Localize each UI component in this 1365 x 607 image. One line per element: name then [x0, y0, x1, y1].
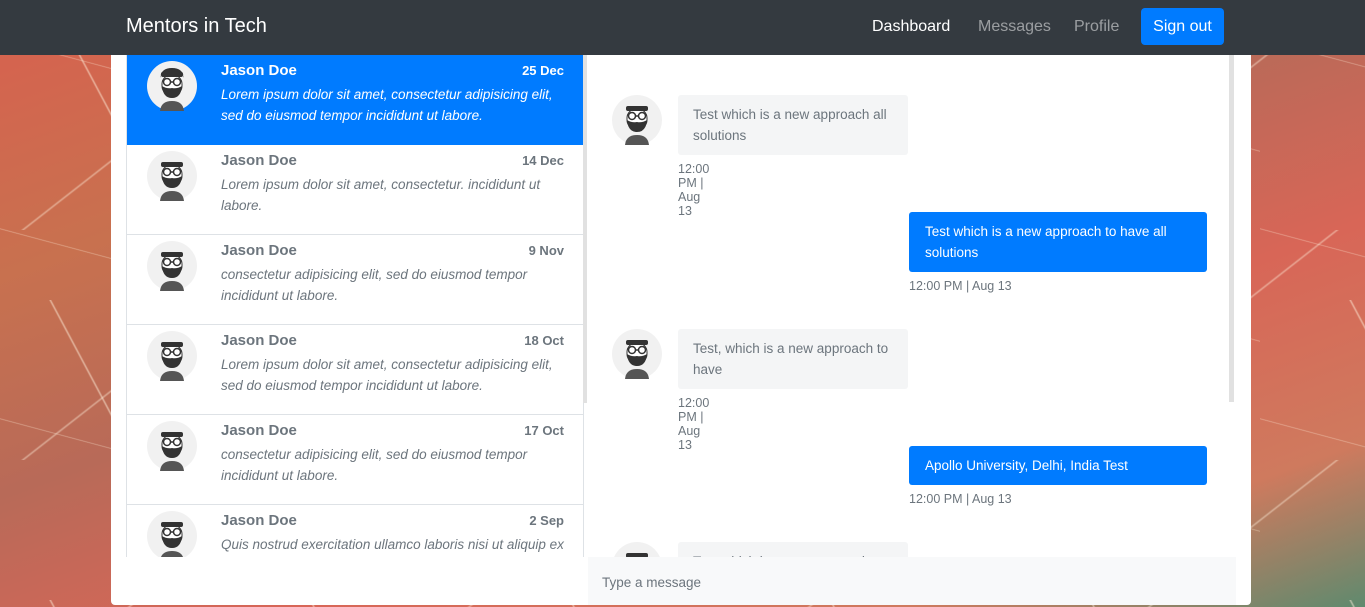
- conversation-preview: consectetur adipisicing elit, sed do eiu…: [221, 447, 528, 483]
- user-avatar-icon: [147, 151, 197, 206]
- conversation-date: 25 Dec: [522, 63, 564, 78]
- conversation-item[interactable]: Jason Doe 14 Dec Lorem ipsum dolor sit a…: [127, 145, 583, 235]
- messaging-panel: Jason Doe 25 Dec Lorem ipsum dolor sit a…: [111, 55, 1251, 605]
- conversation-item[interactable]: Jason Doe 17 Oct consectetur adipisicing…: [127, 415, 583, 505]
- message-input[interactable]: [600, 557, 1204, 605]
- conversation-date: 2 Sep: [529, 513, 564, 528]
- message-bubble: Test which is a new approach: [678, 542, 908, 557]
- conversation-preview: Quis nostrud exercitation ullamco labori…: [221, 537, 564, 552]
- message-time: 12:00 PM | Aug 13: [678, 162, 710, 218]
- nav-dashboard[interactable]: Dashboard: [872, 18, 950, 36]
- conversation-date: 17 Oct: [524, 423, 564, 438]
- brand-title[interactable]: Mentors in Tech: [126, 15, 267, 38]
- inbox-list[interactable]: Jason Doe 25 Dec Lorem ipsum dolor sit a…: [126, 55, 584, 557]
- message-time: 12:00 PM | Aug 13: [909, 492, 1012, 506]
- conversation-item[interactable]: Jason Doe 2 Sep Quis nostrud exercitatio…: [127, 505, 583, 557]
- outgoing-message: Test which is a new approach to have all…: [909, 212, 1207, 302]
- conversation-name: Jason Doe: [221, 332, 297, 349]
- conversation-date: 14 Dec: [522, 153, 564, 168]
- nav-profile[interactable]: Profile: [1074, 18, 1119, 36]
- conversation-preview: Lorem ipsum dolor sit amet, consectetur …: [221, 357, 553, 393]
- user-avatar-icon: [612, 95, 662, 150]
- chat-history: Test which is a new approach all solutio…: [588, 55, 1238, 557]
- message-bubble: Apollo University, Delhi, India Test: [909, 446, 1207, 485]
- message-bubble: Test which is a new approach to have all…: [909, 212, 1207, 272]
- conversation-name: Jason Doe: [221, 152, 297, 169]
- outgoing-message: Apollo University, Delhi, India Test 12:…: [909, 446, 1207, 516]
- user-avatar-icon: [612, 542, 662, 557]
- nav-messages[interactable]: Messages: [978, 18, 1051, 36]
- conversation-name: Jason Doe: [221, 422, 297, 439]
- conversation-preview: Lorem ipsum dolor sit amet, consectetur …: [221, 87, 553, 123]
- message-time: 12:00 PM | Aug 13: [678, 396, 710, 452]
- conversation-date: 9 Nov: [528, 243, 564, 258]
- conversation-name: Jason Doe: [221, 242, 297, 259]
- inbox-scrollbar[interactable]: [583, 55, 587, 403]
- user-avatar-icon: [147, 511, 197, 557]
- user-avatar-icon: [147, 61, 197, 116]
- message-bubble: Test which is a new approach all solutio…: [678, 95, 908, 155]
- sign-out-button[interactable]: Sign out: [1141, 8, 1224, 45]
- message-bubble: Test, which is a new approach to have: [678, 329, 908, 389]
- conversation-item[interactable]: Jason Doe 9 Nov consectetur adipisicing …: [127, 235, 583, 325]
- chat-scrollbar[interactable]: [1229, 55, 1234, 402]
- user-avatar-icon: [147, 241, 197, 296]
- message-composer: [588, 557, 1236, 605]
- user-avatar-icon: [147, 331, 197, 386]
- conversation-date: 18 Oct: [524, 333, 564, 348]
- user-avatar-icon: [147, 421, 197, 476]
- conversation-preview: consectetur adipisicing elit, sed do eiu…: [221, 267, 528, 303]
- conversation-name: Jason Doe: [221, 512, 297, 529]
- navbar: Mentors in Tech Dashboard Messages Profi…: [0, 0, 1365, 55]
- user-avatar-icon: [612, 329, 662, 384]
- message-time: 12:00 PM | Aug 13: [909, 279, 1012, 293]
- conversation-item[interactable]: Jason Doe 25 Dec Lorem ipsum dolor sit a…: [127, 55, 583, 145]
- conversation-preview: Lorem ipsum dolor sit amet, consectetur.…: [221, 177, 541, 213]
- conversation-item[interactable]: Jason Doe 18 Oct Lorem ipsum dolor sit a…: [127, 325, 583, 415]
- conversation-name: Jason Doe: [221, 62, 297, 79]
